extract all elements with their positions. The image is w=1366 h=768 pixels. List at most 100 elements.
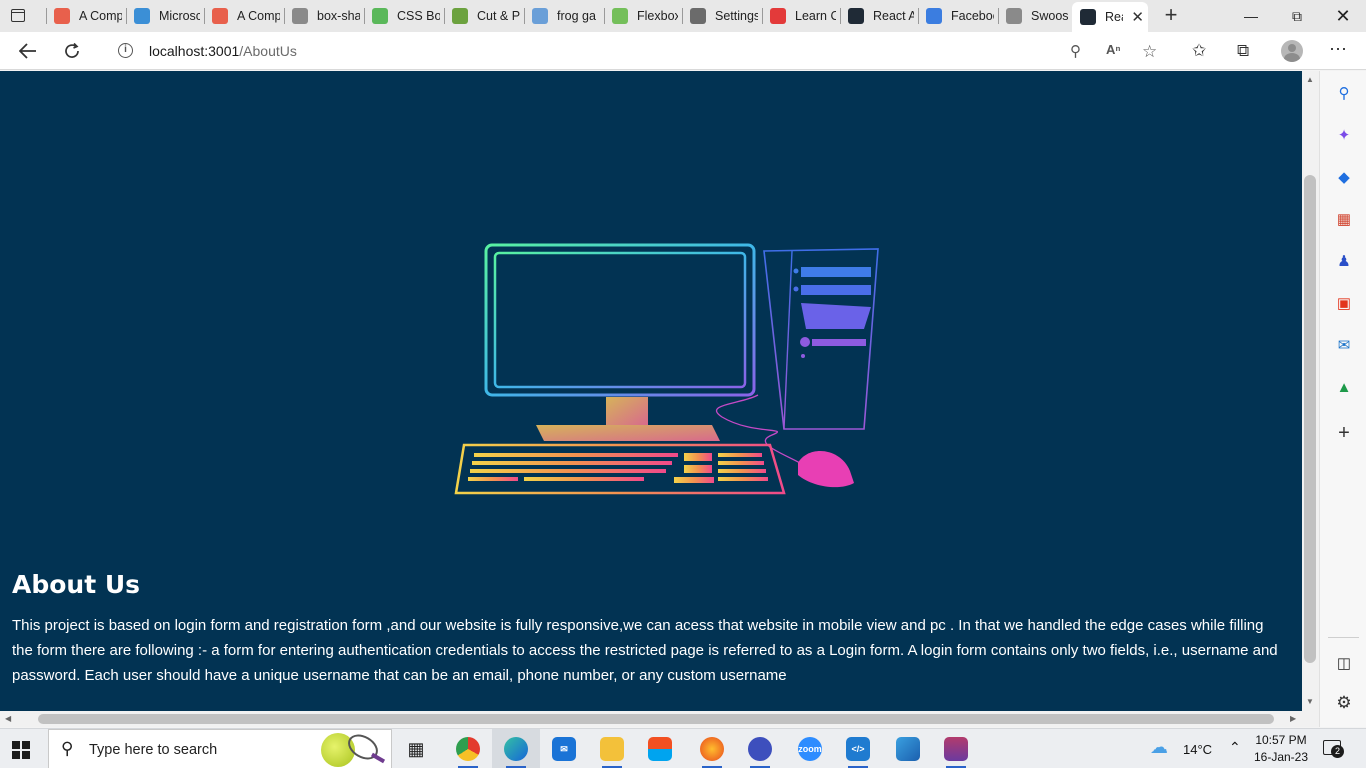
zoom-app[interactable]: zoom <box>786 729 834 768</box>
clock-date: 16-Jan-23 <box>1253 750 1309 764</box>
close-tab-icon[interactable]: ✕ <box>1131 8 1144 26</box>
file-explorer-app[interactable] <box>588 729 636 768</box>
youtube-icon <box>770 8 786 24</box>
tab-label: CSS Box <box>397 9 440 23</box>
office-icon[interactable]: ▣ <box>1334 293 1354 313</box>
weather-icon[interactable]: ☁ <box>1150 737 1168 758</box>
taskbar-search-box[interactable]: ⚲ Type here to search <box>48 729 392 768</box>
minimize-button[interactable]: — <box>1228 0 1274 32</box>
scroll-up-icon[interactable]: ▲ <box>1306 75 1314 84</box>
tab-label: Rea <box>1105 10 1123 24</box>
clock[interactable]: 10:57 PM 16-Jan-23 <box>1250 732 1312 766</box>
add-favorite-icon[interactable]: ☆ <box>1142 42 1157 62</box>
tab-label: Cut & P <box>477 9 520 23</box>
chevron-up-icon[interactable]: ⌃ <box>1229 739 1241 756</box>
scroll-left-icon[interactable]: ◀ <box>5 714 11 723</box>
browser-tab[interactable]: Flexbox <box>604 0 682 32</box>
back-button[interactable] <box>14 38 42 64</box>
url-text[interactable]: localhost:3001/AboutUs <box>149 43 297 59</box>
tab-strip: A Comp Microsc A Comp box-sha CSS Box Cut & P… <box>46 0 1148 32</box>
browser-tab[interactable]: Microsc <box>126 0 204 32</box>
more-options-icon[interactable]: ⋯ <box>1329 39 1347 60</box>
read-aloud-icon[interactable]: Aⁿ <box>1106 42 1121 57</box>
browser-tab[interactable]: frog ga <box>524 0 604 32</box>
url-path: /AboutUs <box>239 43 297 59</box>
notification-count: 2 <box>1331 745 1344 758</box>
edge-sidebar: ⚲ ✦ ◆ ▦ ♟ ▣ ✉ ▲ + ◫ ⚙ <box>1319 71 1366 727</box>
vertical-scrollbar[interactable]: ▲ ▼ <box>1302 71 1319 711</box>
tab-label: Flexbox <box>637 9 678 23</box>
tree-icon[interactable]: ▲ <box>1334 377 1354 397</box>
refresh-icon <box>65 42 79 58</box>
refresh-button[interactable] <box>58 38 86 64</box>
asterisk-icon <box>212 8 228 24</box>
chrome-app[interactable] <box>444 729 492 768</box>
computer-illustration <box>454 243 879 495</box>
task-view-button[interactable]: ▦ <box>392 729 440 768</box>
favorites-icon[interactable]: ✩ <box>1192 41 1206 61</box>
hide-sidebar-icon[interactable]: ◫ <box>1334 653 1354 673</box>
horizontal-scroll-thumb[interactable] <box>38 714 1274 724</box>
site-info-icon[interactable]: i <box>118 43 133 58</box>
browser-tab[interactable]: Swoosh <box>998 0 1072 32</box>
add-sidebar-icon[interactable]: + <box>1334 422 1354 444</box>
profile-avatar[interactable] <box>1281 40 1303 62</box>
browser-tab[interactable]: React A <box>840 0 918 32</box>
vertical-scroll-thumb[interactable] <box>1304 175 1316 663</box>
browser-tab[interactable]: Learn C <box>762 0 840 32</box>
games-icon[interactable]: ♟ <box>1334 251 1354 271</box>
tab-label: Learn C <box>795 9 836 23</box>
frog-icon <box>612 8 628 24</box>
browser-tab[interactable]: A Comp <box>46 0 126 32</box>
key-icon[interactable]: ⚲ <box>1070 42 1081 60</box>
about-title: About Us <box>12 570 141 599</box>
weather-temperature[interactable]: 14°C <box>1183 742 1212 757</box>
video-app[interactable] <box>736 729 784 768</box>
photos-app[interactable] <box>884 729 932 768</box>
tab-label: Settings <box>715 9 758 23</box>
browser-tab[interactable]: Rea ✕ <box>1072 2 1148 32</box>
navigation-bar: i localhost:3001/AboutUs ⚲ Aⁿ ☆ ✩ ⧉ ⋯ <box>0 32 1366 70</box>
restore-button[interactable]: ⧉ <box>1274 0 1320 32</box>
store-app[interactable] <box>636 729 684 768</box>
k-logo-icon <box>452 8 468 24</box>
scroll-right-icon[interactable]: ▶ <box>1290 714 1296 723</box>
m-logo-icon <box>292 8 308 24</box>
tab-label: frog ga <box>557 9 596 23</box>
browser-tab[interactable]: A Comp <box>204 0 284 32</box>
firefox-app[interactable] <box>688 729 736 768</box>
facebook-icon <box>926 8 942 24</box>
vscode-app[interactable]: </> <box>834 729 882 768</box>
search-icon <box>532 8 548 24</box>
browser-tab[interactable]: box-sha <box>284 0 364 32</box>
new-tab-button[interactable]: + <box>1158 4 1184 28</box>
mail-app[interactable]: ✉ <box>540 729 588 768</box>
shopping-tag-icon[interactable]: ◆ <box>1334 167 1354 187</box>
notification-center-button[interactable]: 2 <box>1322 739 1344 759</box>
browser-tab[interactable]: Settings <box>682 0 762 32</box>
browser-tab[interactable]: Faceboo <box>918 0 998 32</box>
tools-icon[interactable]: ▦ <box>1334 209 1354 229</box>
monitor-stand <box>606 397 648 425</box>
tab-bar: A Comp Microsc A Comp box-sha CSS Box Cut & P… <box>0 0 1366 32</box>
collections-icon[interactable]: ⧉ <box>1237 41 1249 61</box>
monitor-frame <box>484 243 756 397</box>
browser-tab[interactable]: Cut & P <box>444 0 524 32</box>
start-button[interactable] <box>12 741 30 759</box>
tab-actions-icon[interactable] <box>8 6 28 26</box>
discover-icon[interactable]: ✦ <box>1334 125 1354 145</box>
browser-tab[interactable]: CSS Box <box>364 0 444 32</box>
url-host: localhost:3001 <box>149 43 240 59</box>
close-window-button[interactable]: ✕ <box>1320 0 1366 32</box>
sidebar-settings-icon[interactable]: ⚙ <box>1334 693 1354 713</box>
horizontal-scrollbar[interactable]: ◀ ▶ <box>0 711 1302 727</box>
outlook-icon[interactable]: ✉ <box>1334 335 1354 355</box>
react-icon <box>848 8 864 24</box>
edge-app[interactable] <box>492 729 540 768</box>
search-placeholder: Type here to search <box>89 742 218 758</box>
address-bar[interactable]: i localhost:3001/AboutUs ⚲ Aⁿ ☆ <box>100 35 1174 66</box>
scroll-down-icon[interactable]: ▼ <box>1306 697 1314 706</box>
about-description: This project is based on login form and … <box>12 617 1278 684</box>
winrar-app[interactable] <box>932 729 980 768</box>
search-icon[interactable]: ⚲ <box>1334 83 1354 103</box>
